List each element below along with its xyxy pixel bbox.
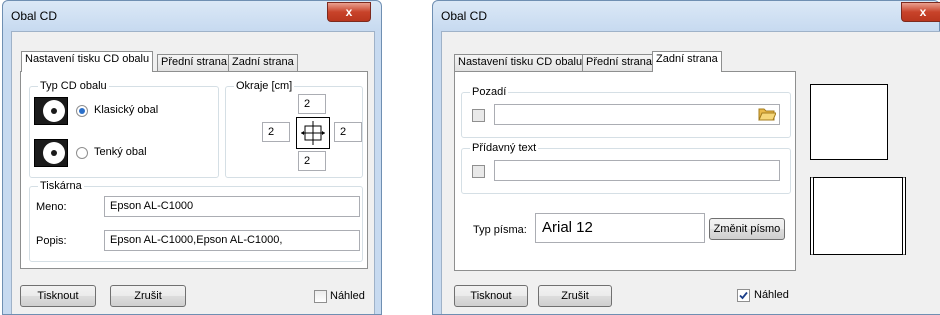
change-font-button[interactable]: Změnit písmo — [709, 218, 785, 240]
margins-group-label: Okraje [cm] — [234, 80, 295, 92]
radio-thin-case-label[interactable]: Tenký obal — [94, 146, 147, 158]
window-title: Obal CD — [441, 9, 488, 23]
cd-type-group-label: Typ CD obalu — [38, 80, 109, 92]
preview-checkbox[interactable] — [737, 289, 750, 302]
classic-case-icon — [34, 97, 68, 125]
extra-text-checkbox[interactable] — [472, 165, 485, 178]
printer-name-label: Meno: — [36, 201, 67, 213]
cd-type-group: Typ CD obalu Klasický obal Tenký obal — [29, 80, 219, 178]
right-dialog-window: Obal CD x Nastavení tisku CD obalu Předn… — [432, 0, 940, 315]
extra-text-group-label: Přídavný text — [470, 142, 539, 154]
radio-classic-case-label[interactable]: Klasický obal — [94, 104, 158, 116]
print-button[interactable]: Tisknout — [454, 285, 528, 307]
tab-back-side[interactable]: Zadní strana — [228, 54, 298, 72]
background-checkbox[interactable] — [472, 109, 485, 122]
dialog-client-area: Nastavení tisku CD obalu Přední strana Z… — [441, 31, 940, 314]
extra-text-group: Přídavný text — [461, 142, 791, 194]
cancel-button[interactable]: Zrušit — [110, 285, 186, 307]
printer-desc-label: Popis: — [36, 235, 67, 247]
tab-panel: Typ CD obalu Klasický obal Tenký obal Ok… — [20, 71, 368, 269]
margin-left-input[interactable]: 2 — [262, 122, 290, 142]
margins-group: Okraje [cm] 2 2 2 2 — [225, 80, 363, 178]
preview-checkbox-label[interactable]: Náhled — [330, 290, 365, 302]
radio-classic-case[interactable] — [76, 105, 88, 117]
margins-diagram-icon — [296, 117, 330, 149]
printer-name-field[interactable]: Epson AL-C1000 — [104, 196, 360, 217]
font-type-label: Typ písma: — [473, 224, 527, 236]
window-title: Obal CD — [11, 9, 58, 23]
front-preview-thumbnail — [810, 84, 888, 160]
tab-front-side[interactable]: Přední strana — [157, 54, 232, 72]
thin-case-icon — [34, 139, 68, 167]
margin-top-input[interactable]: 2 — [298, 94, 326, 114]
tab-front-side[interactable]: Přední strana — [582, 54, 657, 72]
background-group: Pozadí — [461, 86, 791, 138]
background-path-field[interactable] — [494, 104, 780, 125]
margin-right-input[interactable]: 2 — [334, 122, 362, 142]
left-dialog-window: Obal CD x Nastavení tisku CD obalu Předn… — [2, 0, 382, 315]
back-preview-thumbnail — [810, 177, 906, 255]
tab-print-settings[interactable]: Nastavení tisku CD obalu — [454, 54, 587, 72]
tab-back-side[interactable]: Zadní strana — [652, 51, 722, 72]
print-button[interactable]: Tisknout — [20, 285, 96, 307]
close-button[interactable]: x — [327, 2, 371, 22]
extra-text-field[interactable] — [494, 160, 780, 181]
tab-panel: Pozadí Přídavný text Typ písma: Arial 12… — [454, 71, 796, 271]
background-group-label: Pozadí — [470, 86, 509, 98]
printer-group-label: Tiskárna — [38, 180, 84, 192]
printer-group: Tiskárna Meno: Epson AL-C1000 Popis: Eps… — [29, 180, 363, 262]
margin-bottom-input[interactable]: 2 — [298, 151, 326, 171]
open-folder-icon[interactable] — [758, 106, 777, 122]
close-button[interactable]: x — [901, 2, 940, 22]
preview-checkbox-label[interactable]: Náhled — [754, 289, 789, 301]
dialog-client-area: Nastavení tisku CD obalu Přední strana Z… — [11, 31, 375, 314]
font-display-field: Arial 12 — [535, 213, 705, 243]
printer-desc-field[interactable]: Epson AL-C1000,Epson AL-C1000, — [104, 230, 360, 251]
radio-thin-case[interactable] — [76, 147, 88, 159]
preview-checkbox[interactable] — [314, 290, 327, 303]
tab-print-settings[interactable]: Nastavení tisku CD obalu — [21, 51, 154, 72]
cancel-button[interactable]: Zrušit — [538, 285, 612, 307]
